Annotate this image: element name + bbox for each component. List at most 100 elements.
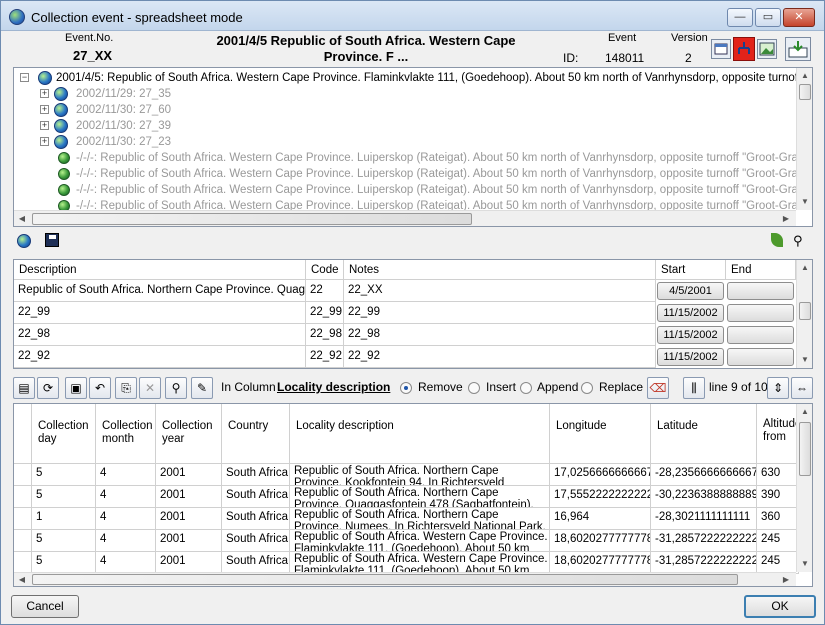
table-cell-month[interactable]: 4 [96,530,156,552]
scroll-up-icon[interactable]: ▲ [799,406,811,418]
table-cell-locality[interactable]: Republic of South Africa. Northern Cape … [290,464,550,486]
cancel-button[interactable]: Cancel [11,595,79,618]
scroll-up-icon[interactable]: ▲ [799,262,811,274]
scroll-right-icon[interactable]: ▶ [780,574,792,586]
column-header-year[interactable]: Collection year [156,404,222,464]
scroll-down-icon[interactable]: ▼ [799,196,811,208]
column-header-code[interactable]: Code [306,260,344,280]
column-header-locality[interactable]: Locality description [290,404,550,464]
calendar-icon[interactable] [711,39,731,59]
table-cell-latitude[interactable]: -28,2356666666667 [651,464,757,486]
scroll-right-icon[interactable]: ▶ [780,213,792,225]
append-label[interactable]: Append [537,380,578,394]
table-cell-description[interactable]: 22_99 [14,302,306,324]
table-cell-description[interactable]: 22_98 [14,324,306,346]
tree-vertical-scrollbar[interactable]: ▲ ▼ [796,68,812,210]
table-cell-description[interactable]: Republic of South Africa. Northern Cape … [14,280,306,302]
column-header-description[interactable]: Description [14,260,306,280]
remove-radio[interactable] [400,382,412,394]
table-cell-year[interactable]: 2001 [156,530,222,552]
scroll-thumb[interactable] [32,574,738,585]
table-cell-longitude[interactable]: 18,6020277777778 [550,530,651,552]
table-cell-altitude[interactable]: 360 [757,508,799,530]
row-header[interactable] [14,530,32,552]
start-date-button[interactable]: 11/15/2002 [657,348,724,366]
table-cell-latitude[interactable]: -28,3021111111111 [651,508,757,530]
table-cell-code[interactable]: 22_98 [306,324,344,346]
insert-radio[interactable] [468,382,480,394]
event-tree[interactable]: − 2001/4/5: Republic of South Africa. We… [13,67,813,227]
remove-label[interactable]: Remove [418,380,463,394]
scroll-left-icon[interactable]: ◀ [16,213,28,225]
table-cell-altitude[interactable]: 390 [757,486,799,508]
copy-rows-icon[interactable]: ▤ [13,377,35,399]
table-cell-altitude[interactable]: 245 [757,552,799,574]
maximize-button[interactable]: ▭ [755,8,781,27]
close-button[interactable]: ✕ [783,8,815,27]
table-cell-day[interactable]: 5 [32,530,96,552]
table-cell-year[interactable]: 2001 [156,508,222,530]
column-header-notes[interactable]: Notes [344,260,656,280]
undo-icon[interactable]: ↶ [89,377,111,399]
table-cell-description[interactable]: 22_92 [14,346,306,368]
row-header[interactable] [14,486,32,508]
row-header[interactable] [14,508,32,530]
tree-horizontal-scrollbar[interactable]: ◀ ▶ [14,210,796,226]
save-icon[interactable] [45,233,59,247]
expand-icon[interactable]: + [40,89,49,98]
collapse-icon[interactable]: − [20,73,29,82]
table-cell-country[interactable]: South Africa [222,530,290,552]
scroll-thumb[interactable] [799,84,811,100]
table-cell-longitude[interactable]: 16,964 [550,508,651,530]
scroll-thumb[interactable] [799,422,811,476]
table-cell-altitude[interactable]: 245 [757,530,799,552]
table-cell-notes[interactable]: 22_92 [344,346,656,368]
table-cell-month[interactable]: 4 [96,552,156,574]
series-vertical-scrollbar[interactable]: ▲ ▼ [796,260,812,368]
grid-horizontal-scrollbar[interactable]: ◀ ▶ [14,572,796,586]
edit-column-icon[interactable]: ✎ [191,377,213,399]
leaf-icon[interactable] [771,233,783,247]
image-icon[interactable] [757,39,777,59]
table-cell-month[interactable]: 4 [96,508,156,530]
eraser-icon[interactable]: ⌫ [647,377,669,399]
end-date-button[interactable] [727,282,794,300]
spreadsheet-grid[interactable]: Collection day Collection month Collecti… [13,403,813,587]
table-cell-day[interactable]: 5 [32,486,96,508]
scroll-thumb[interactable] [32,213,472,225]
column-select-icon[interactable]: ⫼ [683,377,705,399]
table-cell-year[interactable]: 2001 [156,552,222,574]
table-cell-day[interactable]: 1 [32,508,96,530]
table-cell-altitude[interactable]: 630 [757,464,799,486]
column-header-day[interactable]: Collection day [32,404,96,464]
table-cell-day[interactable]: 5 [32,552,96,574]
table-cell-year[interactable]: 2001 [156,464,222,486]
hierarchy-icon[interactable] [733,37,755,61]
end-date-button[interactable] [727,348,794,366]
end-date-button[interactable] [727,326,794,344]
scroll-up-icon[interactable]: ▲ [799,70,811,82]
table-cell-notes[interactable]: 22_XX [344,280,656,302]
replace-label[interactable]: Replace [599,380,643,394]
start-date-button[interactable]: 11/15/2002 [657,304,724,322]
insert-label[interactable]: Insert [486,380,516,394]
start-date-button[interactable]: 4/5/2001 [657,282,724,300]
grid-vertical-scrollbar[interactable]: ▲ ▼ [796,404,812,572]
table-cell-locality[interactable]: Republic of South Africa. Western Cape P… [290,530,550,552]
globe-icon[interactable] [17,234,31,248]
row-header[interactable] [14,552,32,574]
table-cell-code[interactable]: 22_92 [306,346,344,368]
scroll-down-icon[interactable]: ▼ [799,558,811,570]
table-cell-day[interactable]: 5 [32,464,96,486]
collapse-rows-icon[interactable]: ⇕ [767,377,789,399]
copy-icon[interactable]: ⎘ [115,377,137,399]
table-cell-latitude[interactable]: -30,2236388888889 [651,486,757,508]
expand-columns-icon[interactable]: ⇔ [791,377,813,399]
ok-button[interactable]: OK [744,595,816,618]
append-radio[interactable] [520,382,532,394]
table-cell-notes[interactable]: 22_98 [344,324,656,346]
column-header-altitude[interactable]: Altitude from [757,404,801,464]
end-date-button[interactable] [727,304,794,322]
table-cell-latitude[interactable]: -31,2857222222222 [651,552,757,574]
table-cell-notes[interactable]: 22_99 [344,302,656,324]
